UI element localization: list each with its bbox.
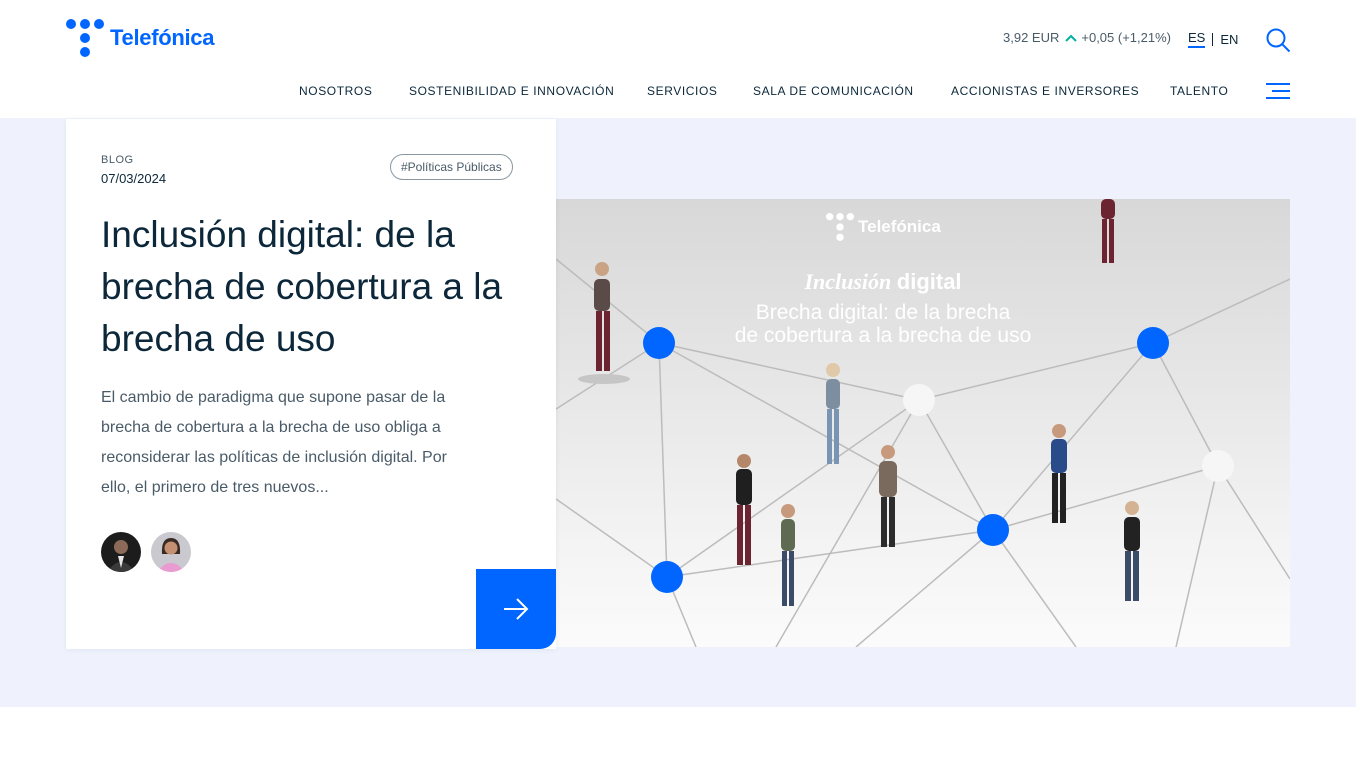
telefonica-logo-icon bbox=[826, 213, 854, 241]
author-avatar[interactable] bbox=[151, 532, 191, 572]
lang-divider bbox=[1212, 32, 1214, 46]
nav-item-sala-comunicacion[interactable]: SALA DE COMUNICACIÓN bbox=[753, 84, 914, 98]
site-header: Telefónica 3,92 EUR +0,05 (+1,21%) ES EN… bbox=[0, 0, 1356, 118]
article-kicker: BLOG bbox=[101, 154, 134, 166]
article-excerpt: El cambio de paradigma que supone pasar … bbox=[101, 389, 447, 496]
network-illustration bbox=[556, 199, 1290, 647]
image-brand-name: Telefónica bbox=[858, 217, 941, 236]
hamburger-menu-icon[interactable] bbox=[1265, 82, 1291, 100]
image-headline-italic: Inclusión bbox=[804, 269, 892, 294]
article-date: 07/03/2024 bbox=[101, 171, 167, 186]
main-nav: NOSOTROS SOSTENIBILIDAD E INNOVACIÓN SER… bbox=[0, 84, 1356, 102]
nav-item-accionistas[interactable]: ACCIONISTAS E INVERSORES bbox=[951, 84, 1139, 98]
article-tag[interactable]: #Políticas Públicas bbox=[390, 154, 513, 180]
chevron-up-icon bbox=[1065, 30, 1078, 45]
nav-item-sostenibilidad[interactable]: SOSTENIBILIDAD E INNOVACIÓN bbox=[409, 84, 614, 98]
language-switcher: ES EN bbox=[1188, 30, 1238, 48]
search-icon[interactable] bbox=[1265, 27, 1291, 53]
telefonica-logo-icon bbox=[66, 19, 104, 57]
nav-item-nosotros[interactable]: NOSOTROS bbox=[299, 84, 372, 98]
nav-item-talento[interactable]: TALENTO bbox=[1170, 84, 1228, 98]
lang-en-link[interactable]: EN bbox=[1220, 32, 1238, 47]
image-subtitle-line2: de cobertura a la brecha de uso bbox=[734, 324, 1032, 347]
image-subtitle: Brecha digital: de la brecha de cobertur… bbox=[556, 301, 1210, 347]
page: Telefónica 3,92 EUR +0,05 (+1,21%) ES EN… bbox=[0, 0, 1366, 768]
logo-wordmark: Telefónica bbox=[110, 25, 215, 50]
featured-image[interactable]: Telefónica Inclusión digital Brecha digi… bbox=[556, 199, 1290, 647]
image-subtitle-line1: Brecha digital: de la brecha bbox=[755, 301, 1011, 324]
arrow-right-icon bbox=[504, 598, 529, 620]
stock-price: 3,92 EUR bbox=[1003, 30, 1060, 45]
image-brand: Telefónica bbox=[826, 213, 941, 241]
telefonica-logo[interactable]: Telefónica bbox=[66, 19, 214, 57]
author-avatar[interactable] bbox=[101, 532, 141, 572]
read-more-button[interactable] bbox=[476, 569, 556, 649]
stock-ticker: 3,92 EUR +0,05 (+1,21%) bbox=[1003, 30, 1171, 45]
article-title[interactable]: Inclusión digital: de la brecha de cober… bbox=[101, 209, 531, 365]
image-headline: Inclusión digital bbox=[556, 269, 1210, 295]
image-headline-regular: digital bbox=[896, 269, 962, 294]
stock-change: +0,05 (+1,21%) bbox=[1081, 30, 1171, 45]
lang-es-link[interactable]: ES bbox=[1188, 30, 1206, 48]
nav-item-servicios[interactable]: SERVICIOS bbox=[647, 84, 718, 98]
